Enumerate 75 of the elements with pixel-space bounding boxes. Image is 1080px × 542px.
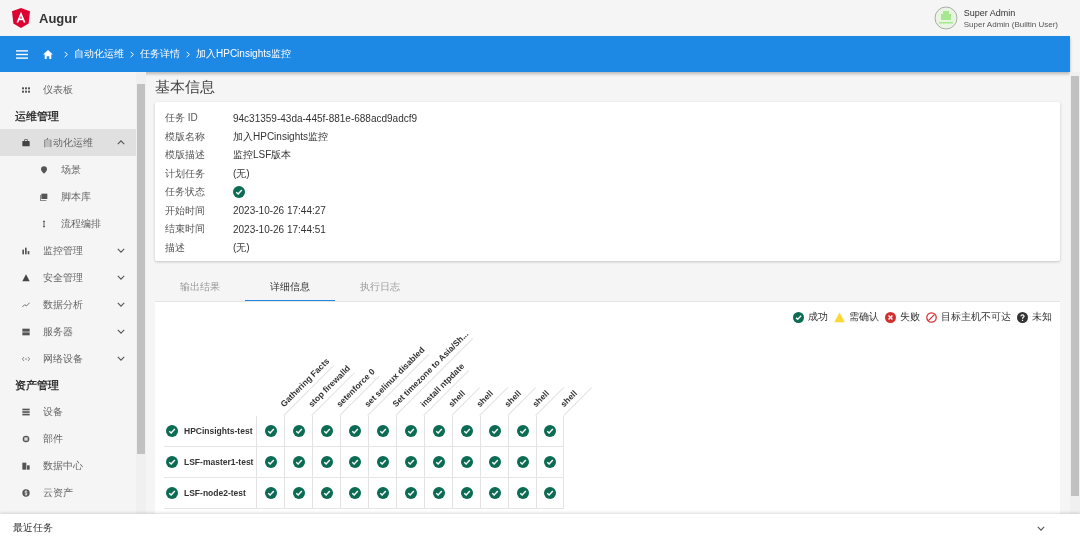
code-icon: [22, 354, 30, 363]
host-name: HPCinsights-test: [184, 426, 253, 436]
section-title: 基本信息: [155, 78, 216, 97]
server-icon: [22, 327, 30, 336]
chevron-right-icon: [130, 50, 134, 58]
field-value: 2023-10-26 17:44:27: [233, 205, 326, 217]
menu-icon[interactable]: [16, 49, 28, 59]
line-chart-icon: [22, 300, 30, 309]
chevron-right-icon: [64, 50, 68, 58]
host-name: LSF-node2-test: [184, 488, 246, 498]
warning-icon: [22, 273, 30, 282]
question-icon: [1017, 311, 1028, 323]
warning-icon: [834, 311, 845, 323]
no-entry-icon: [926, 311, 937, 323]
sidebar-item[interactable]: 数据分析: [0, 291, 136, 318]
sidebar-item[interactable]: 自动化运维: [0, 129, 136, 156]
field-label: 模版描述: [165, 148, 206, 163]
field-value: 监控LSF版本: [233, 148, 292, 163]
field-value: (无): [233, 166, 250, 181]
field-label: 计划任务: [165, 166, 206, 181]
briefcase-icon: [22, 138, 30, 147]
sidebar-section-title: 资产管理: [14, 378, 60, 393]
sidebar-item[interactable]: 监控管理: [0, 237, 136, 264]
chip-icon: [22, 434, 30, 443]
sidebar-item[interactable]: 服务器: [0, 318, 136, 345]
field-value: (无): [233, 240, 250, 255]
sidebar-item[interactable]: 数据中心: [0, 452, 136, 479]
breadcrumb-link[interactable]: 加入HPCinsights监控: [196, 47, 292, 61]
field-label: 开始时间: [165, 203, 206, 218]
list-icon: [22, 407, 30, 416]
user-name: Super Admin: [963, 7, 1017, 18]
dollar-icon: [22, 488, 30, 497]
sidebar-item[interactable]: 安全管理: [0, 264, 136, 291]
app-name: Augur: [39, 10, 78, 26]
field-label: 任务 ID: [165, 111, 199, 126]
breadcrumb-link[interactable]: 任务详情: [140, 47, 180, 61]
bar-chart-icon: [22, 246, 30, 255]
field-label: 结束时间: [165, 222, 206, 237]
host-name: LSF-master1-test: [184, 457, 254, 467]
legend-label: 未知: [1032, 310, 1052, 324]
field-value: 加入HPCinsights监控: [233, 129, 329, 144]
legend-label: 失败: [900, 310, 920, 324]
legend-label: 需确认: [849, 310, 879, 324]
home-icon[interactable]: [43, 49, 53, 59]
shield-logo-icon: [12, 8, 30, 28]
user-role: Super Admin (Builtin User): [963, 19, 1058, 29]
sidebar-item[interactable]: 场景: [0, 156, 136, 183]
check-circle-icon: [793, 311, 804, 323]
field-label: 任务状态: [165, 185, 206, 200]
field-label: 描述: [165, 240, 186, 255]
legend-label: 目标主机不可达: [941, 310, 1011, 324]
book-icon: [40, 192, 48, 201]
field-label: 模版名称: [165, 129, 206, 144]
sidebar-item[interactable]: 脚本库: [0, 183, 136, 210]
grid-icon: [22, 85, 30, 94]
breadcrumb-link[interactable]: 自动化运维: [74, 47, 124, 61]
sidebar-item[interactable]: 云资产: [0, 479, 136, 506]
up-down-arrow-icon: [40, 219, 48, 228]
sidebar-section-title: 运维管理: [14, 109, 60, 124]
legend-label: 成功: [808, 310, 828, 324]
pin-icon: [40, 165, 48, 174]
chevron-down-icon[interactable]: [1037, 525, 1045, 531]
avatar-icon[interactable]: [933, 6, 958, 30]
field-value: 2023-10-26 17:44:51: [233, 223, 326, 235]
building-icon: [22, 461, 30, 470]
sidebar-item[interactable]: 部件: [0, 425, 136, 452]
sidebar-item[interactable]: 流程编排: [0, 210, 136, 237]
bottom-bar[interactable]: 最近任务: [0, 514, 1080, 542]
sidebar-item[interactable]: 仪表板: [0, 76, 136, 103]
sidebar-item[interactable]: 网络设备: [0, 345, 136, 372]
cross-circle-icon: [885, 311, 896, 323]
bottom-bar-label: 最近任务: [13, 521, 53, 535]
chevron-right-icon: [186, 50, 190, 58]
sidebar-item[interactable]: 设备: [0, 398, 136, 425]
field-value: 94c31359-43da-445f-881e-688acd9adcf9: [233, 112, 418, 124]
